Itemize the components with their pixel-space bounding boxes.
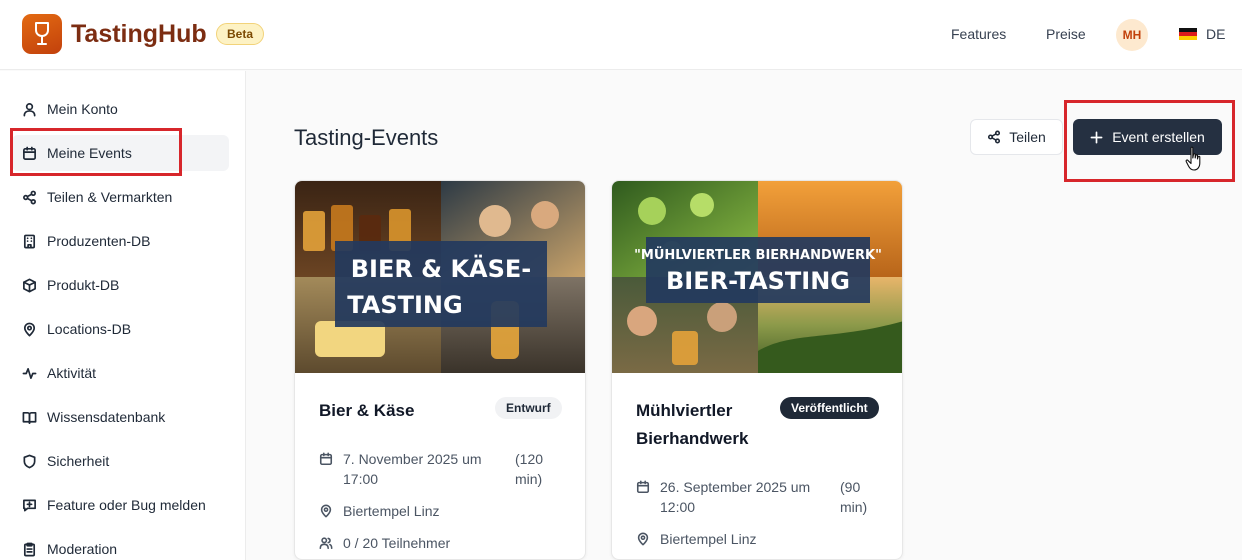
sidebar-item-label: Locations-DB [47,321,132,337]
sidebar-item-produzenten-db[interactable]: Produzenten-DB [12,223,229,259]
event-location-text: Biertempel Linz [343,503,440,519]
event-participants: 0 / 20 Teilnehmer [319,533,450,553]
share-button[interactable]: Teilen [970,119,1063,155]
building-icon [23,234,36,248]
event-image-beer-cheese: BIER & KÄSE- TASTING [295,181,585,373]
sidebar-item-label: Produzenten-DB [47,233,151,249]
sidebar-item-label: Teilen & Vermarkten [47,189,173,205]
german-flag-icon [1179,28,1197,40]
message-plus-icon [23,499,36,511]
sidebar-item-label: Feature oder Bug melden [47,497,206,513]
box-icon [23,278,36,292]
share-icon [988,130,1001,144]
nav-pricing-link[interactable]: Preise [1046,26,1086,42]
sidebar-item-mein-konto[interactable]: Mein Konto [12,91,229,127]
event-location: Biertempel Linz [636,529,757,549]
sidebar-item-label: Aktivität [47,365,97,381]
nav-features-link[interactable]: Features [951,26,1006,42]
event-duration-line2: min) [515,471,543,487]
language-switcher[interactable]: DE [1179,26,1225,42]
beta-badge: Beta [216,23,265,45]
calendar-icon [319,452,333,466]
map-pin-icon [320,504,332,518]
event-title: Bier & Käse [319,401,415,420]
highlight-box-create-event [1064,100,1235,182]
sidebar-item-moderation[interactable]: Moderation [12,531,229,560]
language-label: DE [1206,26,1226,42]
event-title-line1: Mühlviertler [636,401,733,420]
sidebar-item-feature-bug-melden[interactable]: Feature oder Bug melden [12,487,229,523]
event-duration-line1: (120 [515,451,544,467]
map-pin-icon [23,322,36,336]
event-date-line1: 7. November 2025 um [343,451,482,467]
event-participants-text: 0 / 20 Teilnehmer [343,535,451,551]
top-header: TastingHub Beta Features Preise MH DE [0,0,1242,70]
banner-line-1: BIER & KÄSE- [351,254,532,283]
hand-cursor-icon [1185,146,1201,171]
brand-name[interactable]: TastingHub [71,20,207,49]
event-date-line2: 17:00 [343,471,379,487]
event-location: Biertempel Linz [319,501,440,521]
event-date-line2: 12:00 [660,499,696,515]
page-title: Tasting-Events [294,125,439,150]
user-avatar[interactable]: MH [1116,19,1148,51]
event-card[interactable]: BIER & KÄSE- TASTING Bier & Käse Entwurf… [294,180,586,560]
event-image-muehlviertler-bierhandwerk: "MÜHLVIERTLER BIERHANDWERK" BIER-TASTING [612,181,902,373]
status-badge: Entwurf [495,397,562,419]
shield-icon [23,454,36,468]
event-date: 7. November 2025 um 17:00 (120 min) [319,449,543,489]
sidebar-item-wissensdatenbank[interactable]: Wissensdatenbank [12,399,229,435]
event-date: 26. September 2025 um 12:00 (90 min) [636,477,867,517]
activity-icon [22,367,37,379]
sidebar-item-sicherheit[interactable]: Sicherheit [12,443,229,479]
sidebar-item-aktivitaet[interactable]: Aktivität [12,355,229,391]
highlight-box-meine-events [10,128,182,176]
user-icon [23,102,36,116]
users-icon [319,537,333,550]
event-duration-line1: (90 [840,479,861,495]
status-badge: Veröffentlicht [780,397,879,419]
share-icon [23,190,36,204]
sidebar-item-label: Mein Konto [47,101,118,117]
sidebar-item-produkt-db[interactable]: Produkt-DB [12,267,229,303]
sidebar-item-label: Sicherheit [47,453,110,469]
clipboard-icon [23,542,36,556]
sidebar-item-label: Moderation [47,541,118,557]
sidebar-item-label: Wissensdatenbank [47,409,166,425]
sidebar-item-label: Produkt-DB [47,277,120,293]
calendar-icon [636,480,650,494]
share-button-label: Teilen [1009,129,1046,145]
event-title-line2: Bierhandwerk [636,429,749,448]
book-icon [22,411,37,424]
wine-glass-logo-icon[interactable] [22,14,62,54]
event-duration-line2: min) [840,499,868,515]
map-pin-icon [637,532,649,546]
event-location-text: Biertempel Linz [660,531,757,547]
sidebar-item-locations-db[interactable]: Locations-DB [12,311,229,347]
sidebar-item-teilen-vermarkten[interactable]: Teilen & Vermarkten [12,179,229,215]
banner-line-2: TASTING [347,291,462,319]
event-card[interactable]: "MÜHLVIERTLER BIERHANDWERK" BIER-TASTING… [611,180,903,560]
banner-line-1: "MÜHLVIERTLER BIERHANDWERK" [634,247,882,263]
banner-line-2: BIER-TASTING [666,267,850,295]
event-date-line1: 26. September 2025 um [660,479,811,495]
